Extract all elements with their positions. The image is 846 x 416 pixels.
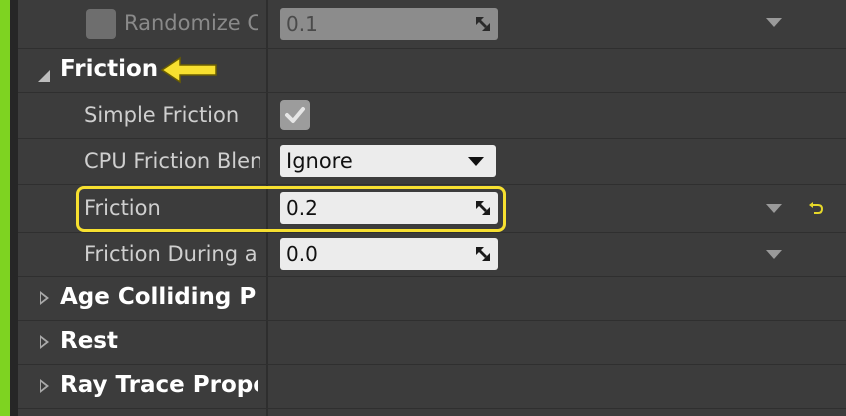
category-row-rest[interactable]: Rest bbox=[18, 320, 846, 364]
property-row-simple-friction: Simple Friction bbox=[18, 92, 846, 138]
property-row-randomize: Randomize Co 0.1 bbox=[18, 0, 846, 48]
simple-friction-checkbox[interactable] bbox=[280, 100, 310, 130]
cpu-friction-blend-value: Ignore bbox=[286, 149, 353, 173]
triangle-right-icon[interactable] bbox=[40, 335, 49, 349]
randomize-label: Randomize Co bbox=[124, 11, 258, 35]
friction-during-label: Friction During a E bbox=[84, 242, 260, 266]
simple-friction-label: Simple Friction bbox=[84, 103, 240, 127]
cpu-friction-blend-dropdown[interactable]: Ignore bbox=[280, 145, 496, 177]
randomize-checkbox[interactable] bbox=[86, 9, 116, 39]
friction-highlight-box bbox=[76, 186, 506, 232]
triangle-right-icon[interactable] bbox=[40, 379, 49, 393]
property-row-cpu-friction-blend: CPU Friction Blend Ignore bbox=[18, 138, 846, 184]
randomize-value: 0.1 bbox=[286, 12, 318, 36]
reset-arrow-icon[interactable] bbox=[808, 200, 824, 216]
friction-during-value-field[interactable]: 0.0 bbox=[280, 238, 498, 270]
chevron-down-icon bbox=[468, 157, 484, 166]
resize-arrows-icon[interactable] bbox=[474, 15, 492, 33]
checkmark-icon bbox=[285, 107, 305, 123]
cpu-friction-blend-label: CPU Friction Blend bbox=[84, 149, 260, 173]
property-row-friction-during: Friction During a E 0.0 bbox=[18, 232, 846, 276]
category-label-ray-trace: Ray Trace Proper bbox=[60, 372, 258, 398]
category-label-rest: Rest bbox=[60, 328, 118, 354]
category-row-friction[interactable]: Friction bbox=[18, 48, 846, 92]
accent-bar bbox=[0, 0, 10, 416]
triangle-right-icon[interactable] bbox=[40, 291, 49, 305]
yellow-left-arrow-icon bbox=[160, 56, 217, 84]
chevron-down-icon[interactable] bbox=[766, 250, 782, 259]
row-separator bbox=[18, 408, 846, 409]
randomize-value-field[interactable]: 0.1 bbox=[280, 8, 498, 40]
category-label-age-colliding: Age Colliding Pa bbox=[60, 284, 256, 310]
triangle-down-icon[interactable] bbox=[38, 58, 50, 82]
resize-arrows-icon[interactable] bbox=[474, 245, 492, 263]
chevron-down-icon[interactable] bbox=[766, 204, 782, 213]
category-label-friction: Friction bbox=[60, 56, 159, 82]
friction-during-value: 0.0 bbox=[286, 242, 318, 266]
chevron-down-icon[interactable] bbox=[766, 18, 782, 27]
panel-left-border bbox=[10, 0, 18, 416]
category-row-ray-trace[interactable]: Ray Trace Proper bbox=[18, 364, 846, 408]
category-row-age-colliding[interactable]: Age Colliding Pa bbox=[18, 276, 846, 320]
